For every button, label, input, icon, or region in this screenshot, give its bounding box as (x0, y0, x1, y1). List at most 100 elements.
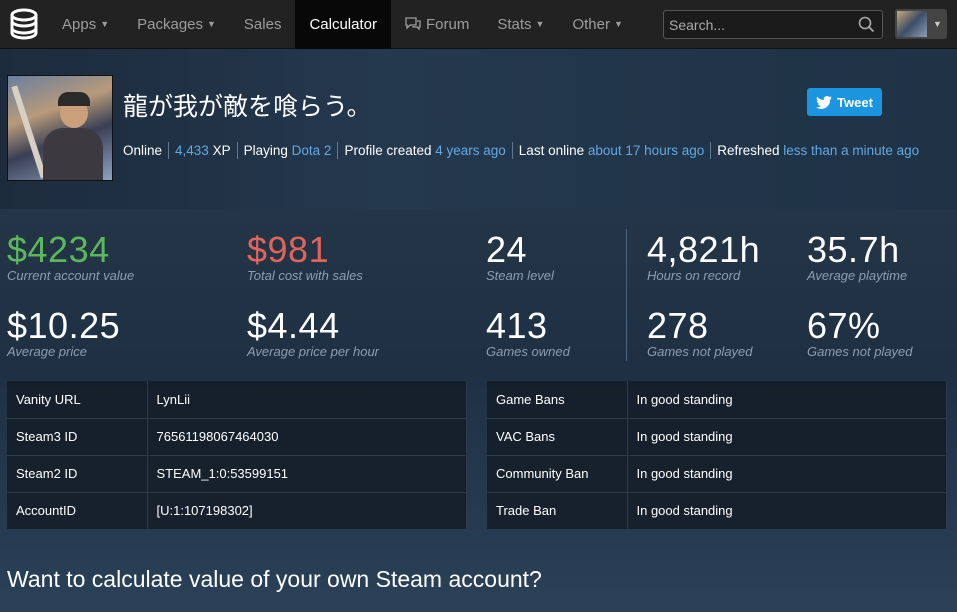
xp-unit: XP (212, 143, 231, 158)
table-row: Steam3 ID 76561198067464030 (7, 418, 467, 456)
refreshed-label: Refreshed (717, 143, 780, 158)
nav-apps-label: Apps (62, 15, 97, 33)
steam3-id-key: Steam3 ID (7, 418, 148, 456)
chevron-down-icon: ▼ (100, 19, 110, 29)
nav-sales-label: Sales (243, 15, 282, 33)
account-value: $4234 (7, 229, 110, 270)
stat-account-value: $4234 Current account value (7, 229, 135, 284)
table-row: Community Ban In good standing (487, 455, 947, 493)
stat-total-cost: $981 Total cost with sales (247, 229, 363, 284)
total-cost-label: Total cost with sales (247, 268, 363, 283)
nav-calculator-label: Calculator (309, 15, 377, 33)
pct-not-played-value: 67% (807, 305, 881, 346)
last-online-value: about 17 hours ago (587, 143, 705, 158)
steam3-id-value: 76561198067464030 (147, 418, 467, 456)
table-row: AccountID [U:1:107198302] (7, 492, 467, 529)
steam2-id-key: Steam2 ID (7, 455, 148, 493)
games-owned-value: 413 (486, 305, 548, 346)
pct-not-played-label: Games not played (807, 344, 913, 359)
profile-header: 龍が我が敵を喰らう。 Tweet Online 4,433 XP Playing… (0, 49, 957, 209)
calculate-heading: Want to calculate value of your own Stea… (7, 566, 542, 592)
nav-other-label: Other (572, 15, 610, 33)
nav-apps[interactable]: Apps ▼ (48, 0, 123, 49)
nav-forum-label: Forum (425, 15, 470, 33)
profile-info-row: Online 4,433 XP Playing Dota 2 Profile c… (123, 142, 919, 159)
table-row: VAC Bans In good standing (487, 418, 947, 456)
user-menu-button[interactable]: ▼ (895, 9, 947, 39)
nav-packages[interactable]: Packages ▼ (123, 0, 230, 49)
stat-average-playtime: 35.7h Average playtime (807, 231, 908, 284)
avatar (897, 11, 927, 37)
twitter-icon (816, 95, 833, 109)
stat-steam-level: 24 Steam level (486, 229, 554, 284)
steam-level-label: Steam level (486, 268, 554, 283)
vanity-url-value: LynLii (147, 381, 467, 419)
table-row: Game Bans In good standing (487, 381, 947, 419)
tweet-button[interactable]: Tweet (807, 88, 882, 116)
table-row: Steam2 ID STEAM_1:0:53599151 (7, 455, 467, 493)
vanity-url-key: Vanity URL (7, 381, 148, 419)
created-value: 4 years ago (435, 143, 506, 158)
refreshed-value: less than a minute ago (783, 143, 920, 158)
game-bans-value: In good standing (627, 381, 947, 419)
game-bans-key: Game Bans (487, 381, 628, 419)
stat-pct-not-played: 67% Games not played (807, 305, 913, 360)
nav-stats[interactable]: Stats ▼ (483, 0, 558, 49)
stat-average-price: $10.25 Average price (7, 305, 121, 360)
account-id-key: AccountID (7, 492, 148, 529)
stat-games-not-played: 278 Games not played (647, 305, 753, 360)
trade-ban-key: Trade Ban (487, 492, 628, 529)
playing-game-link[interactable]: Dota 2 (292, 143, 332, 158)
chevron-down-icon: ▼ (207, 19, 216, 29)
account-id-value: [U:1:107198302] (147, 492, 467, 529)
hours-on-record-label: Hours on record (647, 268, 741, 283)
community-ban-value: In good standing (627, 455, 947, 493)
games-owned-label: Games owned (486, 344, 570, 359)
last-online-label: Last online (518, 143, 585, 158)
site-logo-icon[interactable] (0, 0, 48, 48)
steam-ids-table: Vanity URL LynLii Steam3 ID 765611980674… (7, 381, 467, 529)
bans-table: Game Bans In good standing VAC Bans In g… (487, 381, 947, 529)
online-status: Online (123, 143, 163, 158)
search-input[interactable] (664, 16, 854, 33)
nav-calculator[interactable]: Calculator (295, 0, 391, 49)
chevron-down-icon: ▼ (613, 19, 623, 29)
games-not-played-label: Games not played (647, 344, 753, 359)
forum-icon (405, 17, 421, 31)
nav-other[interactable]: Other ▼ (558, 0, 636, 49)
created-label: Profile created (344, 143, 432, 158)
table-row: Trade Ban In good standing (487, 492, 947, 529)
average-price-label: Average price (7, 344, 87, 359)
nav-packages-label: Packages (137, 15, 203, 33)
nav-stats-label: Stats (497, 15, 532, 33)
nav-forum[interactable]: Forum (391, 0, 483, 49)
vac-bans-key: VAC Bans (487, 418, 628, 456)
average-playtime-label: Average playtime (807, 268, 908, 283)
profile-name: 龍が我が敵を喰らう。 (123, 92, 372, 121)
search-icon[interactable] (858, 16, 875, 38)
average-price-value: $10.25 (7, 305, 121, 346)
profile-avatar (7, 75, 113, 181)
stat-games-owned: 413 Games owned (486, 305, 570, 360)
vac-bans-value: In good standing (627, 418, 947, 456)
playing-label: Playing (243, 143, 288, 158)
games-not-played-value: 278 (647, 305, 709, 346)
trade-ban-value: In good standing (627, 492, 947, 529)
price-per-hour-label: Average price per hour (247, 344, 380, 359)
steam2-id-value: STEAM_1:0:53599151 (147, 455, 467, 493)
hours-on-record-value: 4,821h (647, 229, 761, 270)
tweet-label: Tweet (837, 94, 873, 110)
stats-divider (626, 229, 627, 361)
search-box (663, 10, 883, 39)
chevron-down-icon: ▼ (535, 19, 545, 29)
xp-value[interactable]: 4,433 (175, 143, 209, 158)
total-cost-value: $981 (247, 229, 330, 270)
steam-level-value: 24 (486, 229, 528, 270)
nav-sales[interactable]: Sales (230, 0, 296, 49)
top-navbar: Apps ▼ Packages ▼ Sales Calculator Forum S… (0, 0, 957, 49)
price-per-hour-value: $4.44 (247, 305, 340, 346)
account-value-label: Current account value (7, 268, 135, 283)
table-row: Vanity URL LynLii (7, 381, 467, 419)
community-ban-key: Community Ban (487, 455, 628, 493)
stat-price-per-hour: $4.44 Average price per hour (247, 305, 380, 360)
